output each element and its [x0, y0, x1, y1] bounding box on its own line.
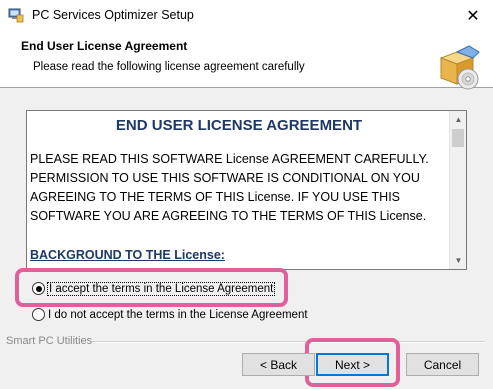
accept-radio-label[interactable]: I accept the terms in the License Agreem… — [46, 281, 276, 296]
brand-label: Smart PC Utilities — [6, 335, 93, 347]
scroll-thumb[interactable] — [452, 129, 464, 147]
back-button[interactable]: < Back — [242, 353, 315, 376]
license-text-area[interactable]: END USER LICENSE AGREEMENT PLEASE READ T… — [26, 110, 467, 270]
title-bar: PC Services Optimizer Setup ✕ — [0, 0, 493, 31]
footer-divider — [92, 341, 485, 343]
license-heading: END USER LICENSE AGREEMENT — [115, 117, 363, 134]
header-banner: End User License Agreement Please read t… — [0, 31, 493, 90]
banner-subtitle: Please read the following license agreem… — [33, 61, 305, 73]
license-scrollbar[interactable]: ▲ ▼ — [449, 111, 466, 269]
decline-radio-option[interactable]: I do not accept the terms in the License… — [32, 308, 308, 321]
decline-radio-button[interactable] — [32, 308, 45, 321]
accept-radio-option[interactable]: I accept the terms in the License Agreem… — [32, 281, 276, 296]
installer-app-icon — [8, 8, 24, 23]
banner-title: End User License Agreement — [21, 39, 188, 53]
scroll-up-icon[interactable]: ▲ — [450, 111, 466, 128]
close-icon[interactable]: ✕ — [466, 6, 479, 26]
close-button[interactable]: ✕ — [453, 0, 493, 31]
license-section-heading: BACKGROUND TO THE License: — [30, 248, 225, 262]
license-content: END USER LICENSE AGREEMENT PLEASE READ T… — [30, 114, 448, 265]
window-title: PC Services Optimizer Setup — [32, 8, 194, 22]
cancel-button[interactable]: Cancel — [406, 353, 479, 376]
accept-radio-button[interactable] — [32, 282, 45, 295]
scroll-down-icon[interactable]: ▼ — [450, 252, 466, 269]
license-paragraph: PLEASE READ THIS SOFTWARE License AGREEM… — [30, 152, 429, 223]
decline-radio-label[interactable]: I do not accept the terms in the License… — [48, 309, 308, 321]
setup-box-disc-icon — [439, 45, 480, 90]
next-button[interactable]: Next > — [316, 353, 389, 376]
